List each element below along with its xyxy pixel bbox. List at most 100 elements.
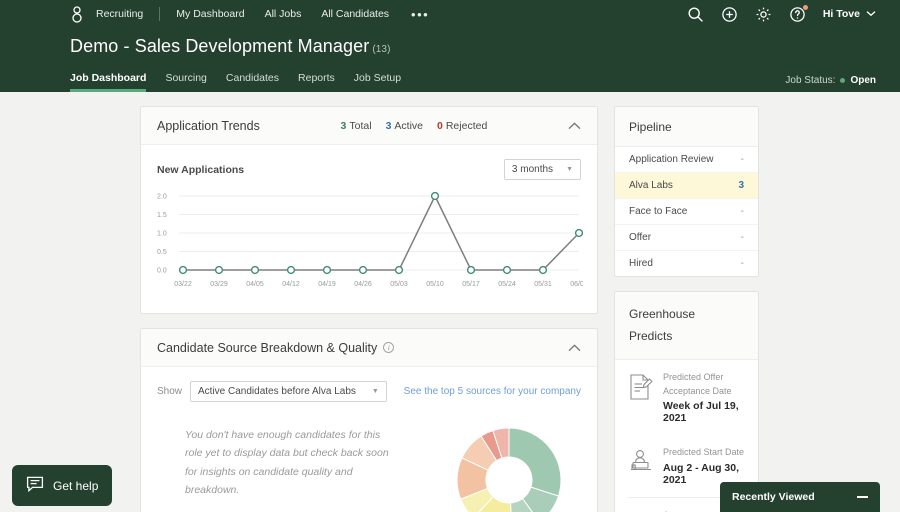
recently-viewed-bar[interactable]: Recently Viewed [720,482,880,512]
main-column: Application Trends 3 Total 3 Active 0 Rejec… [140,106,598,512]
nav-recruiting[interactable]: Recruiting [96,8,143,20]
date-range-select[interactable]: 3 months ▼ [503,159,581,180]
pipeline-row-face-to-face[interactable]: Face to Face - [615,199,758,225]
svg-text:03/22: 03/22 [174,281,192,288]
user-greeting-label: Hi Tove [822,8,860,20]
pipeline-stage-label: Offer [629,232,652,243]
help-circle-icon[interactable] [789,4,808,23]
pipeline-stage-count: - [740,206,744,217]
pipeline-title: Pipeline [629,120,672,134]
stat-rejected-value: 0 [437,119,443,132]
stat-total-label: Total [349,119,372,132]
stat-total: 3 Total [341,120,372,132]
pipeline-stage-label: Face to Face [629,206,688,217]
predicted-start-label: Predicted Start Date [663,447,745,458]
show-label: Show [157,386,183,397]
recently-viewed-label: Recently Viewed [732,491,815,503]
chevron-down-icon: ▼ [566,166,573,173]
tab-job-setup[interactable]: Job Setup [354,72,401,92]
svg-text:0.0: 0.0 [157,268,167,275]
stat-rejected: 0 Rejected [437,120,487,132]
pipeline-list: Application Review - Alva Labs 3 Face to… [615,147,758,276]
predicts-title-line1: Greenhouse [629,307,696,321]
get-help-label: Get help [53,478,99,493]
top-sources-link[interactable]: See the top 5 sources for your company [404,386,581,397]
add-circle-icon[interactable] [721,6,738,23]
svg-text:04/19: 04/19 [318,281,336,288]
new-applications-label: New Applications [157,163,245,176]
global-nav-row: Recruiting My Dashboard All Jobs All Can… [0,0,900,28]
get-help-button[interactable]: Get help [12,465,113,506]
svg-text:0.5: 0.5 [157,249,167,256]
candidate-filter-value: Active Candidates before Alva Labs [198,386,356,397]
pipeline-row-hired[interactable]: Hired - [615,251,758,276]
minimize-icon[interactable] [857,496,868,498]
chevron-down-icon: ▼ [371,388,379,395]
application-trends-title: Application Trends [157,118,260,133]
predicted-offer-label-1: Predicted Offer [663,372,724,383]
stat-total-value: 3 [340,119,347,132]
pipeline-card: Pipeline Application Review - Alva Labs … [614,106,759,277]
chart-controls-row: New Applications 3 months ▼ [157,159,581,180]
tab-reports[interactable]: Reports [298,72,335,92]
svg-text:1.5: 1.5 [157,212,167,219]
chat-bubble-icon [26,475,44,496]
job-title-text: Demo - Sales Development Manager [70,36,370,56]
info-icon[interactable]: i [383,342,395,353]
job-tabs: Job Dashboard Sourcing Candidates Report… [0,68,900,92]
search-icon[interactable] [687,6,704,23]
greenhouse-logo[interactable] [70,5,84,23]
document-pencil-icon [628,371,654,406]
nav-all-candidates[interactable]: All Candidates [321,8,389,20]
svg-text:04/05: 04/05 [246,281,264,288]
pipeline-stage-count: - [740,232,744,243]
svg-text:2.0: 2.0 [157,194,167,201]
svg-text:06/07: 06/07 [570,281,583,288]
predicts-header: Greenhouse Predicts [615,292,758,361]
nav-my-dashboard[interactable]: My Dashboard [176,8,244,20]
predicted-offer-value: Week of Jul 19, 2021 [663,400,739,425]
candidate-filter-select[interactable]: Active Candidates before Alva Labs ▼ [190,381,387,402]
source-breakdown-title: Candidate Source Breakdown & Quality [157,340,378,355]
page-title: Demo - Sales Development Manager (13) [0,28,900,57]
chevron-down-icon [866,8,876,20]
job-status-label: Job Status: [785,75,836,86]
user-menu[interactable]: Hi Tove [823,8,876,20]
top-navigation-bar: Recruiting My Dashboard All Jobs All Can… [0,0,900,92]
stat-active-label: Active [394,119,423,132]
stat-active-value: 3 [385,119,392,132]
collapse-chevron-up-icon[interactable] [568,121,581,130]
source-breakdown-header: Candidate Source Breakdown & Quality i [141,329,597,367]
svg-text:05/31: 05/31 [534,281,552,288]
svg-text:1.0: 1.0 [157,231,167,238]
stat-active: 3 Active [386,120,423,132]
greenhouse-predicts-card: Greenhouse Predicts Predicted Offer Acce… [614,291,759,512]
pipeline-stage-count: - [740,154,744,165]
nav-all-jobs[interactable]: All Jobs [265,8,302,20]
predicted-start-text: Predicted Start Date Aug 2 - Aug 30, 202… [663,446,746,486]
pipeline-stage-count: - [740,258,744,269]
notification-dot [802,4,808,10]
pipeline-row-offer[interactable]: Offer - [615,225,758,251]
tab-sourcing[interactable]: Sourcing [165,72,206,92]
pipeline-stage-label: Hired [629,258,653,269]
new-applications-line-chart: 0.0 0.5 1.0 1.5 2.0 03/22 03/29 04/05 04/12 04/19… [157,188,588,303]
tab-candidates[interactable]: Candidates [226,72,279,92]
application-trends-body: New Applications 3 months ▼ 0.0 0.5 1.0 1.5… [141,145,597,313]
empty-state-message: You don't have enough candidates for thi… [185,429,389,497]
job-status-value: Open [850,75,876,86]
global-nav-actions: Hi Tove [687,4,876,23]
pipeline-row-application-review[interactable]: Application Review - [615,147,758,173]
nav-more-icon[interactable]: ••• [411,7,429,22]
application-trends-stats: 3 Total 3 Active 0 Rejected [341,120,488,132]
application-trends-header: Application Trends 3 Total 3 Active 0 Rejec… [141,107,597,145]
candidate-source-breakdown-card: Candidate Source Breakdown & Quality i S… [140,328,598,512]
svg-text:05/03: 05/03 [390,281,408,288]
source-empty-state: You don't have enough candidates for thi… [157,426,581,512]
tab-job-dashboard[interactable]: Job Dashboard [70,72,147,92]
pipeline-row-alva-labs[interactable]: Alva Labs 3 [615,173,758,199]
pipeline-header: Pipeline [615,107,758,147]
collapse-chevron-up-icon[interactable] [568,343,581,352]
predicted-offer-label-2: Acceptance Date [663,385,732,396]
gear-icon[interactable] [755,6,772,23]
